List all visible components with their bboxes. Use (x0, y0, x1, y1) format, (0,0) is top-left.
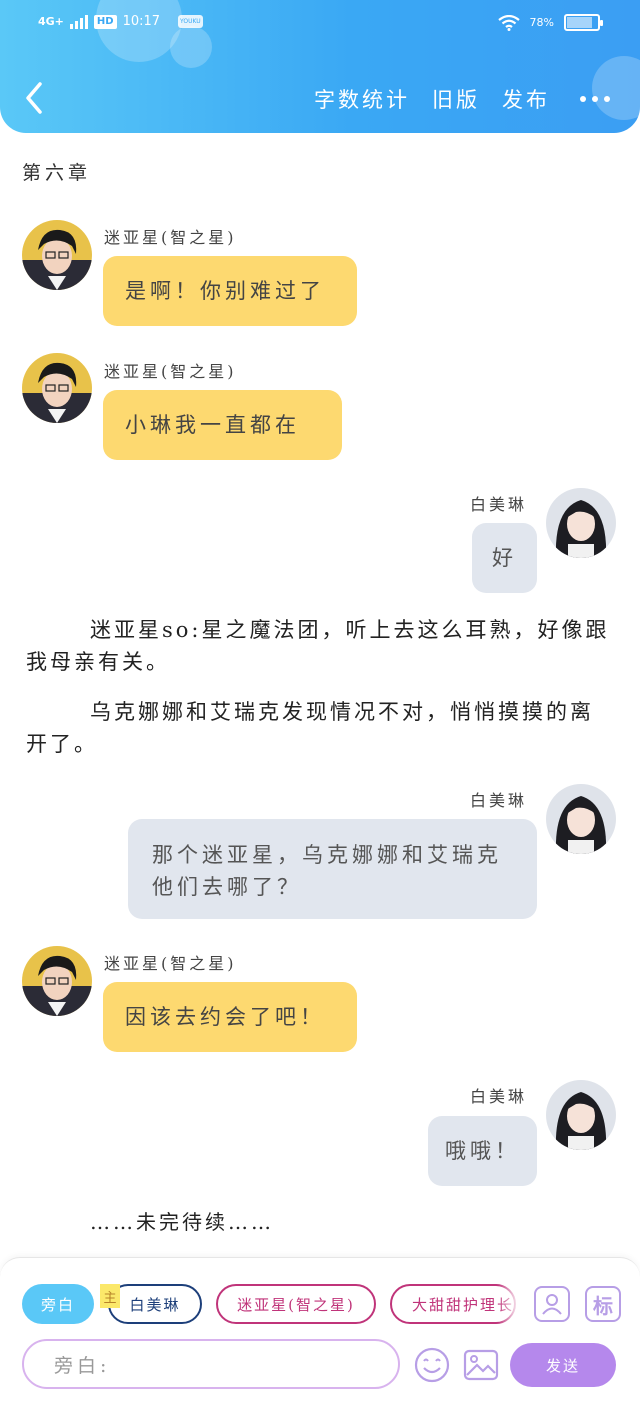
avatar-miyaxing[interactable] (22, 353, 92, 423)
main-role-tag: 主 (100, 1284, 120, 1308)
nav-actions: 字数统计 旧版 发布 (314, 84, 610, 114)
status-bar: 4G+ HD 10:17 YOUKU 78% (0, 0, 640, 50)
send-button[interactable]: 发送 (510, 1343, 616, 1387)
role-chip-narrator[interactable]: 旁白 (22, 1284, 94, 1324)
narration-paragraph: 乌克娜娜和艾瑞克发现情况不对，悄悄摸摸的离开了。 (26, 700, 594, 756)
hd-badge: HD (93, 14, 117, 29)
publish-button[interactable]: 发布 (502, 84, 550, 114)
message-bubble[interactable]: 好 (472, 523, 537, 593)
avatar-miyaxing[interactable] (22, 220, 92, 290)
image-icon (463, 1349, 499, 1381)
message-bubble[interactable]: 是啊！你别难过了 (103, 256, 357, 326)
more-dot (592, 96, 598, 102)
signal-indicator: 4G+ (38, 15, 64, 28)
back-button[interactable] (20, 78, 50, 118)
sender-name: 白美琳 (470, 791, 528, 810)
to-be-continued: ……未完待续…… (90, 1210, 274, 1234)
signal-bars-icon (69, 14, 88, 29)
message-bubble[interactable]: 那个迷亚星，乌克娜娜和艾瑞克他们去哪了？ (128, 819, 537, 919)
avatar-baimeilin[interactable] (546, 784, 616, 854)
chevron-left-icon (26, 82, 42, 114)
narration-paragraph: 迷亚星so:星之魔法团，听上去这么耳熟，好像跟我母亲有关。 (26, 618, 610, 674)
emoji-button[interactable] (413, 1346, 451, 1384)
more-dot (604, 96, 610, 102)
message-bubble[interactable]: 因该去约会了吧！ (103, 982, 357, 1052)
old-version-button[interactable]: 旧版 (432, 84, 480, 114)
mark-button[interactable]: 标 (585, 1286, 621, 1322)
role-chip-baimeilin[interactable]: 白美琳 (108, 1284, 202, 1324)
sender-name: 白美琳 (470, 495, 528, 514)
top-bar: 4G+ HD 10:17 YOUKU 78% 字数统计 旧版 发布 (0, 0, 640, 133)
battery-icon (564, 14, 603, 31)
role-list-fade (498, 1282, 520, 1326)
image-button[interactable] (462, 1346, 500, 1384)
sender-name: 白美琳 (470, 1087, 528, 1106)
person-icon (542, 1294, 562, 1315)
message-bubble[interactable]: 哦哦！ (428, 1116, 537, 1186)
sender-name: 迷亚星(智之星) (104, 362, 237, 381)
message-bubble[interactable]: 小琳我一直都在 (103, 390, 342, 460)
avatar-baimeilin[interactable] (546, 488, 616, 558)
sender-name: 迷亚星(智之星) (104, 954, 237, 973)
clock: 10:17 (122, 14, 161, 29)
word-count-button[interactable]: 字数统计 (314, 84, 410, 114)
avatar-miyaxing[interactable] (22, 946, 92, 1016)
wifi-icon (497, 14, 520, 31)
smiley-icon (414, 1347, 450, 1383)
avatar-baimeilin[interactable] (546, 1080, 616, 1150)
sender-name: 迷亚星(智之星) (104, 228, 237, 247)
message-input[interactable]: 旁白: (22, 1339, 400, 1389)
battery-percent: 78% (529, 16, 554, 29)
role-manage-button[interactable] (534, 1286, 570, 1322)
chapter-title: 第六章 (22, 162, 92, 184)
more-dot (580, 96, 586, 102)
role-chip-miyaxing[interactable]: 迷亚星(智之星) (216, 1284, 376, 1324)
more-button[interactable] (580, 96, 610, 102)
app-notification-icon: YOUKU (178, 15, 203, 28)
